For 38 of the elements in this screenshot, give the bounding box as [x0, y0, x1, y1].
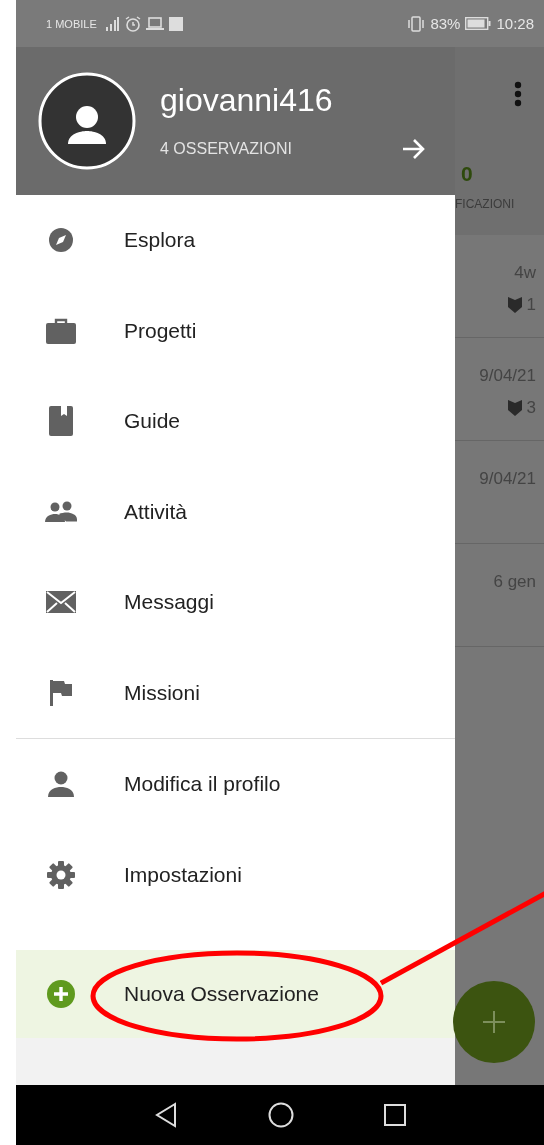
- image-icon: [168, 16, 183, 31]
- menu-item[interactable]: Missioni: [16, 647, 455, 738]
- home-icon[interactable]: [268, 1102, 294, 1128]
- arrow-right-icon[interactable]: [401, 136, 427, 161]
- menu-item[interactable]: Guide: [16, 376, 455, 467]
- menu-item[interactable]: Messaggi: [16, 557, 455, 648]
- flag-icon: [50, 679, 72, 706]
- battery-percent: 83%: [430, 15, 461, 32]
- settings-icon: [46, 859, 76, 890]
- identification-count: 0: [461, 162, 473, 186]
- menu-item[interactable]: Esplora: [16, 195, 455, 286]
- laptop-icon: [145, 16, 164, 31]
- person-icon: [48, 771, 74, 798]
- observation-count: 4 OSSERVAZIONI: [160, 139, 292, 158]
- carrier-name: 1 MOBILE: [46, 17, 97, 30]
- briefcase-icon: [46, 317, 76, 344]
- clock-time: 10:28: [496, 15, 534, 32]
- menu-item[interactable]: Impostazioni: [16, 829, 455, 920]
- people-icon: [45, 500, 77, 523]
- menu-item[interactable]: Modifica il profilo: [16, 739, 455, 830]
- plus-icon: [483, 1011, 505, 1033]
- shield-icon: [507, 400, 522, 416]
- new-observation-item[interactable]: Nuova Osservazione: [16, 950, 455, 1038]
- book-icon: [49, 406, 73, 437]
- menu-item[interactable]: Attività: [16, 466, 455, 557]
- alarm-icon: [124, 15, 141, 32]
- menu-item[interactable]: Progetti: [16, 285, 455, 376]
- plus-circle-icon: [46, 979, 76, 1009]
- shield-icon: [507, 297, 522, 313]
- username: giovanni416: [160, 81, 334, 119]
- recent-apps-icon[interactable]: [384, 1104, 406, 1126]
- avatar-icon[interactable]: [38, 72, 136, 170]
- back-icon[interactable]: [154, 1102, 178, 1128]
- more-menu-icon[interactable]: [514, 81, 522, 107]
- vibrate-icon: [407, 15, 426, 32]
- battery-icon: [465, 17, 492, 30]
- envelope-icon: [46, 591, 76, 614]
- compass-icon: [47, 226, 75, 255]
